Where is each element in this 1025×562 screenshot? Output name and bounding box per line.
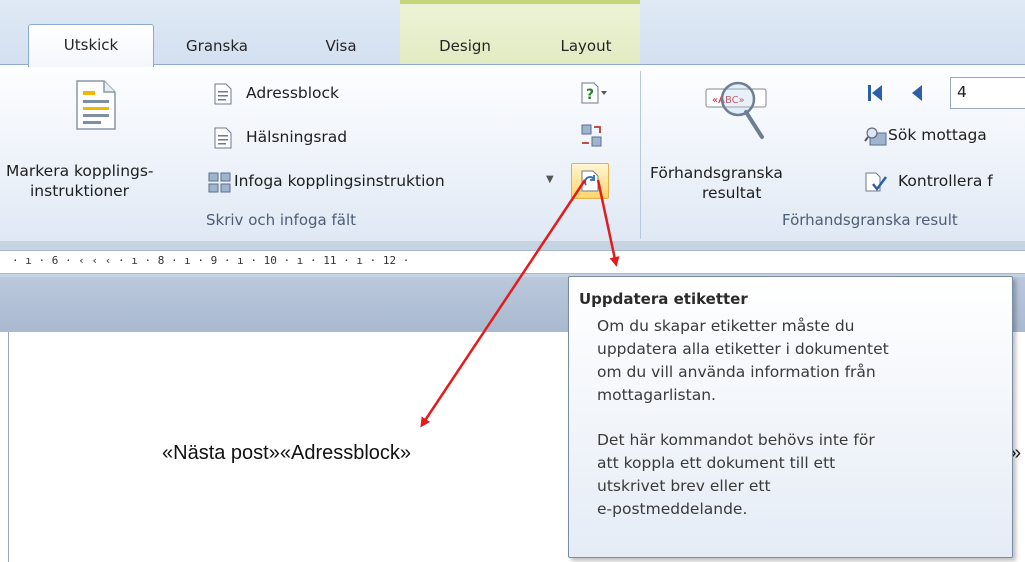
highlight-merge-fields-label-1: Markera kopplings- xyxy=(6,162,154,180)
greeting-line-button[interactable]: Hälsningsrad xyxy=(210,125,400,153)
svg-text:?: ? xyxy=(586,87,594,103)
previous-record-icon[interactable] xyxy=(910,83,924,103)
horizontal-ruler[interactable]: · ı · 6 · ‹ ‹ ‹ · ı · 8 · ı · 9 · ı · 10… xyxy=(0,241,1025,277)
check-errors-button[interactable]: Kontrollera f xyxy=(862,169,1025,197)
find-recipient-button[interactable]: Sök mottaga xyxy=(862,123,1025,151)
group-label-preview-results: Förhandsgranska result xyxy=(782,211,958,229)
tooltip-line: e-postmeddelande. xyxy=(597,500,748,518)
rules-icon[interactable]: ? xyxy=(580,81,608,105)
greeting-line-label: Hälsningsrad xyxy=(246,128,348,146)
tooltip-line: uppdatera alla etiketter i dokumentet xyxy=(597,340,889,358)
chevron-down-icon[interactable]: ▼ xyxy=(546,174,554,185)
first-record-icon[interactable] xyxy=(866,83,884,103)
update-labels-button[interactable] xyxy=(571,163,609,199)
ribbon: Markera kopplings- instruktioner Adressb… xyxy=(0,64,1025,242)
ruler-strip: · ı · 6 · ‹ ‹ ‹ · ı · 8 · ı · 9 · ı · 10… xyxy=(0,250,1025,274)
find-recipient-label: Sök mottaga xyxy=(888,126,987,144)
tooltip-line: Om du skapar etiketter måste du xyxy=(597,317,855,335)
record-number-value: 4 xyxy=(957,83,967,101)
tab-layout[interactable]: Layout xyxy=(544,34,628,64)
tooltip-line: Det här kommandot behövs inte för xyxy=(597,431,875,449)
document-icon xyxy=(214,127,232,149)
preview-results-button[interactable]: «ABC» Förhandsgranska resultat xyxy=(650,69,836,202)
find-recipient-icon xyxy=(864,127,887,146)
tab-visa[interactable]: Visa xyxy=(308,34,374,64)
tab-utskick[interactable]: Utskick xyxy=(28,24,154,67)
tooltip-paragraph-2: Det här kommandot behövs inte för att ko… xyxy=(597,429,997,521)
tooltip-body: Om du skapar etiketter måste du uppdater… xyxy=(597,315,997,543)
tooltip-paragraph-1: Om du skapar etiketter måste du uppdater… xyxy=(597,315,997,407)
highlight-merge-fields-button[interactable]: Markera kopplings- instruktioner xyxy=(0,69,192,200)
tooltip-line: att koppla ett dokument till ett xyxy=(597,454,836,472)
address-block-label: Adressblock xyxy=(246,84,340,102)
preview-results-label-2: resultat xyxy=(702,184,762,202)
tooltip-update-labels: Uppdatera etiketter Om du skapar etikett… xyxy=(568,276,1013,558)
document-icon xyxy=(214,83,232,105)
document-fields-icon xyxy=(76,80,116,130)
insert-merge-field-label: Infoga kopplingsinstruktion xyxy=(234,172,445,190)
preview-results-label-1: Förhandsgranska xyxy=(650,164,783,182)
address-block-button[interactable]: Adressblock xyxy=(210,81,400,109)
merge-field-grid-icon xyxy=(208,172,231,193)
match-fields-icon[interactable] xyxy=(580,123,604,149)
tab-design[interactable]: Design xyxy=(420,34,510,64)
record-number-input[interactable]: 4 xyxy=(950,77,1025,109)
group-separator xyxy=(640,71,641,239)
ruler-ticks: · ı · 6 · ‹ ‹ ‹ · ı · 8 · ı · 9 · ı · 10… xyxy=(12,254,410,267)
insert-merge-field-button[interactable]: Infoga kopplingsinstruktion ▼ xyxy=(206,169,566,197)
merge-fields-text[interactable]: «Nästa post»«Adressblock» xyxy=(162,442,411,465)
tab-granska[interactable]: Granska xyxy=(172,34,262,64)
check-errors-icon xyxy=(865,172,887,192)
ribbon-tab-bar: Utskick Granska Visa Design Layout xyxy=(0,0,1025,67)
tooltip-line: utskrivet brev eller ett xyxy=(597,477,771,495)
magnifier-abc-icon: «ABC» xyxy=(705,81,767,139)
update-labels-icon xyxy=(581,170,599,192)
highlight-merge-fields-label-2: instruktioner xyxy=(30,182,130,200)
group-label-write-insert: Skriv och infoga fält xyxy=(206,211,357,229)
tooltip-title: Uppdatera etiketter xyxy=(579,290,748,308)
check-errors-label: Kontrollera f xyxy=(898,172,993,190)
tooltip-line: mottagarlistan. xyxy=(597,386,716,404)
tooltip-line: om du vill använda information från xyxy=(597,363,876,381)
